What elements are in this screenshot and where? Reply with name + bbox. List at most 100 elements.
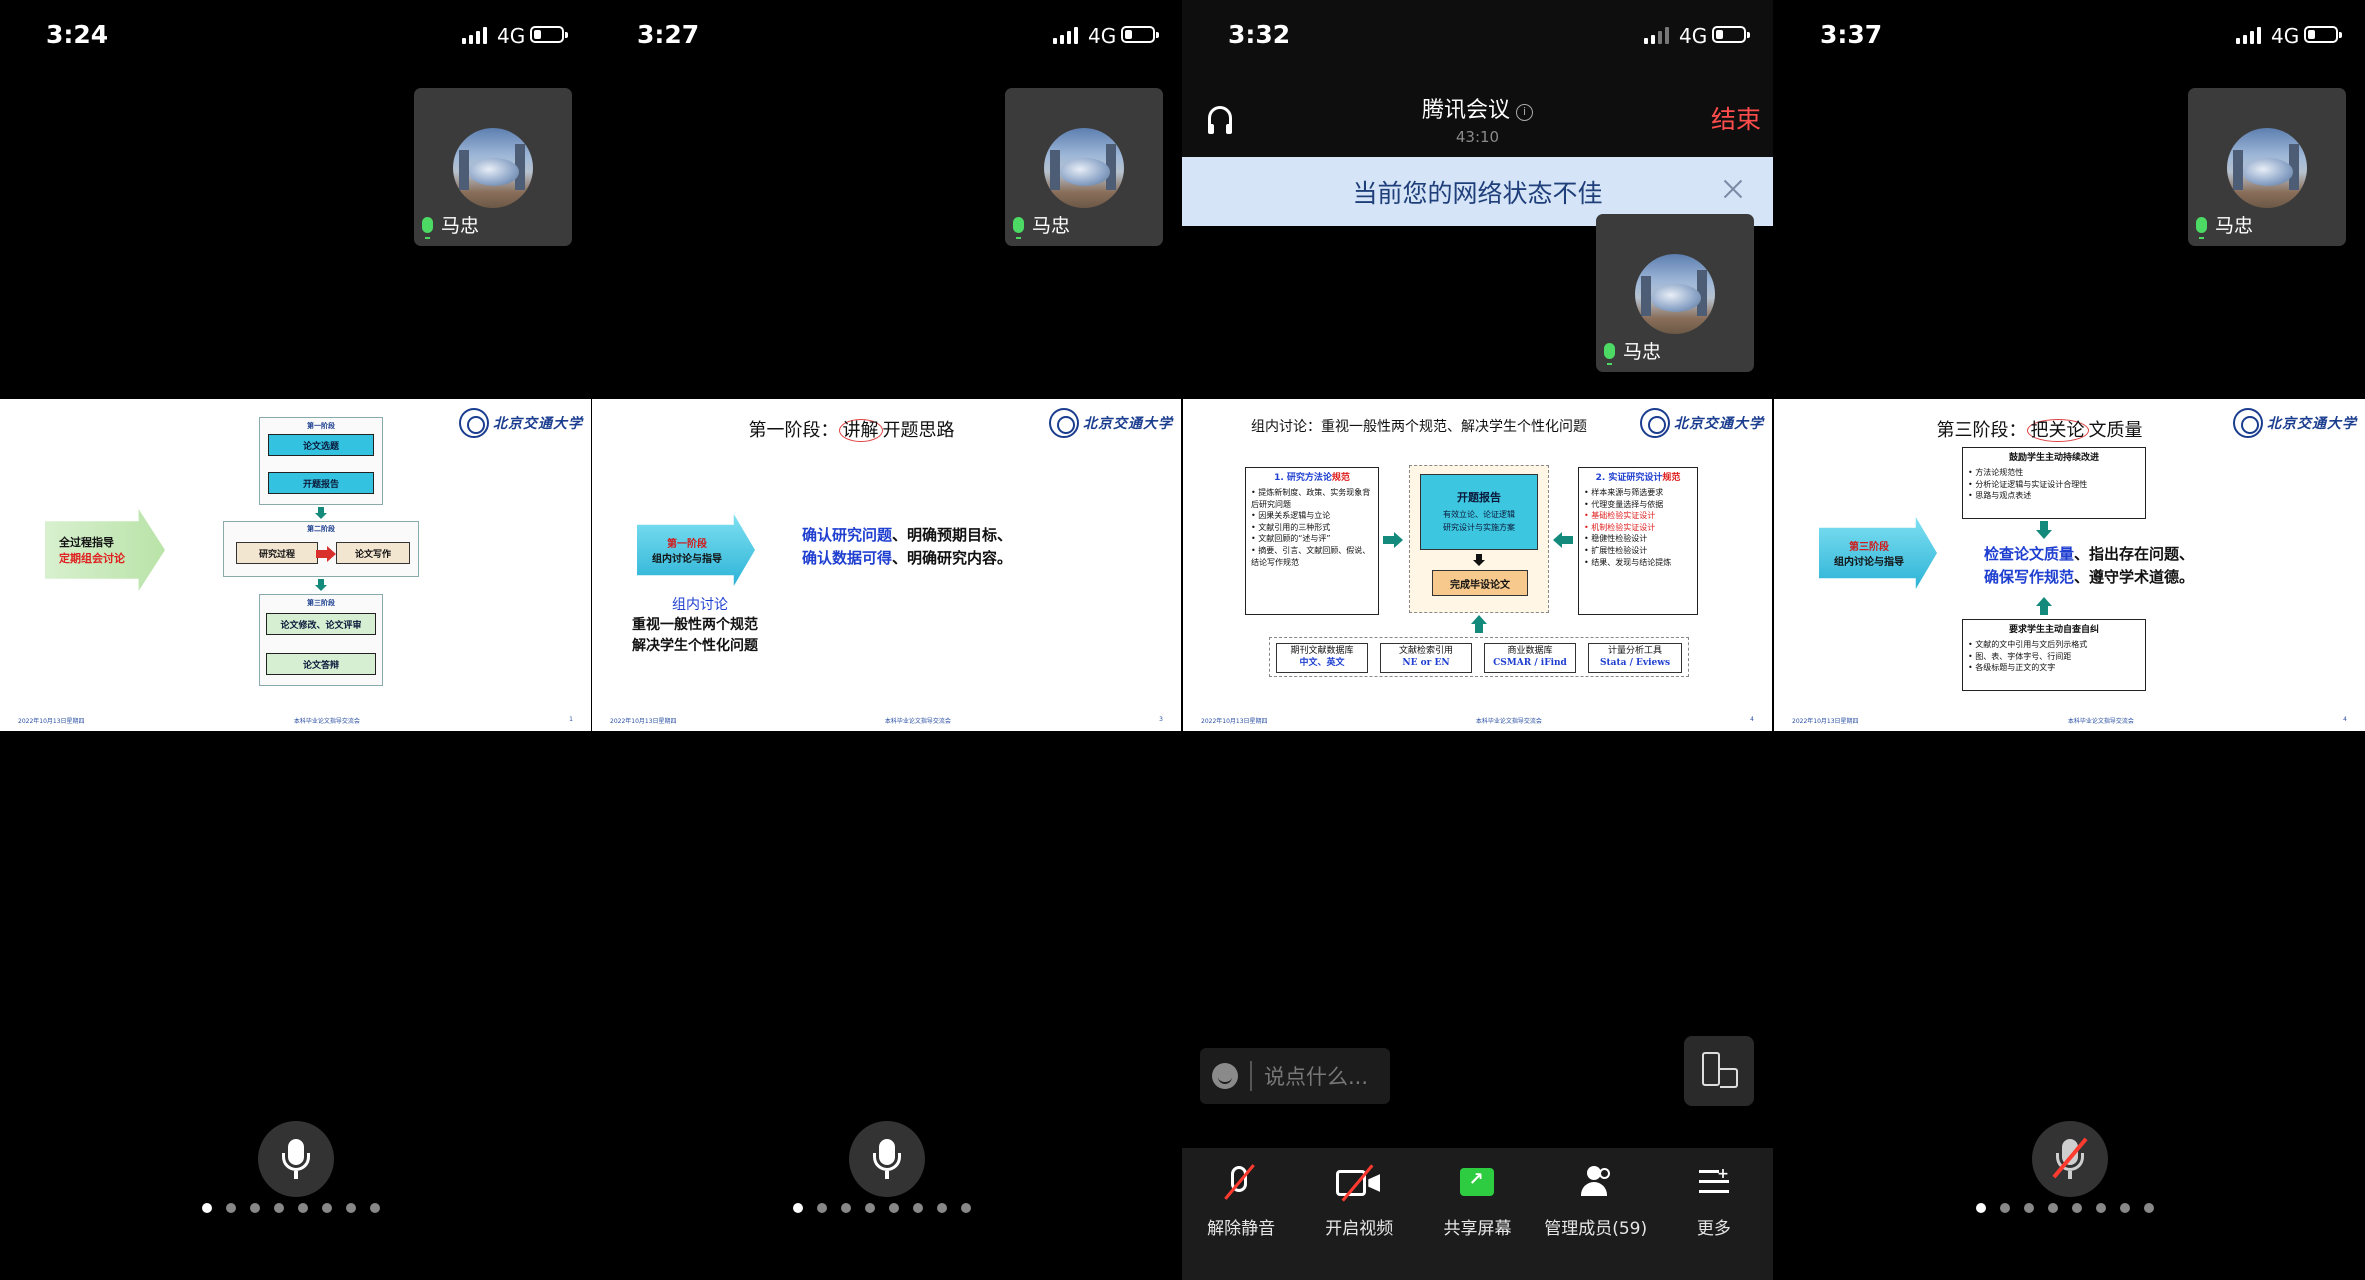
stage-2-frame: 第二阶段 研究过程 论文写作: [223, 521, 419, 577]
right-arrow: [1383, 532, 1403, 548]
members-icon: [1579, 1166, 1613, 1198]
share-screen-button[interactable]: 共享屏幕: [1422, 1158, 1532, 1280]
list-item: 提炼新制度、政策、实务现象背后研究问题: [1251, 487, 1373, 510]
slide-footer: 2022年10月13日星期四 本科毕业论文指导交流会 3: [610, 716, 1163, 725]
page-indicator[interactable]: [1976, 1203, 2154, 1213]
participant-video-tile[interactable]: 马忠: [1005, 88, 1163, 246]
list-item: 文献回顾的“述与评”: [1251, 533, 1373, 545]
stage-3-frame: 第三阶段 论文修改、论文评审 论文答辩: [259, 594, 383, 686]
tool-box: 期刊文献数据库 中文、英文: [1276, 643, 1368, 673]
group-discussion: 组内讨论 重视一般性两个规范 解决学生个性化问题: [632, 597, 758, 654]
mic-button[interactable]: [2032, 1121, 2108, 1197]
proposal-box: 开题报告 有效立论、论证逻辑 研究设计与实施方案: [1420, 474, 1538, 550]
meeting-title[interactable]: 腾讯会议 i: [1182, 92, 1773, 124]
status-time: 3:27: [637, 20, 700, 49]
participant-name-tag: 马忠: [1604, 337, 1661, 365]
unmute-button[interactable]: 解除静音: [1186, 1158, 1296, 1280]
complete-thesis-box: 完成毕设论文: [1432, 570, 1528, 596]
arrow-text-2: 定期组会讨论: [59, 552, 125, 565]
shared-slide: 北京交通大学 第一阶段： 讲解 开题思路 第一阶段 组内讨论与指导 确认研究问题、明…: [592, 399, 1181, 731]
battery-icon: [2304, 26, 2342, 43]
self-check-list: 要求学生主动自查自纠 文献的文中引用与文后列示格式 图、表、字体字号、行间距 各…: [1962, 619, 2146, 691]
participant-name-tag: 马忠: [1013, 211, 1071, 239]
mic-button[interactable]: [849, 1121, 925, 1197]
meeting-duration: 43:10: [1455, 128, 1500, 146]
manage-members-button[interactable]: 管理成员(59): [1541, 1158, 1651, 1280]
tools-frame: 期刊文献数据库 中文、英文 文献检索引用 NE or EN 商业数据库 CSMAR /…: [1269, 637, 1689, 677]
list-item: 摘要、引言、文献回顾、假说、结论写作规范: [1251, 545, 1373, 568]
down-arrow: [2036, 521, 2052, 539]
screen-4: 3:37 4G 马忠 北京交通大学 第三阶段： 把关论 文质量 鼓励学生主动持续改进…: [1774, 0, 2365, 1280]
empirical-norms-list: 2. 实证研究设计规范 样本来源与筛选要求 代理变量选择与依据 基础检验实证设计…: [1578, 467, 1698, 615]
slide-title: 组内讨论：重视一般性两个规范、解决学生个性化问题: [1251, 419, 1587, 435]
right-arrow: [316, 546, 336, 562]
chat-placeholder: 说点什么...: [1264, 1065, 1369, 1089]
list-item: 思路与观点表述: [1968, 490, 2140, 502]
more-button[interactable]: + 更多: [1659, 1158, 1769, 1280]
network-warning-text: 当前您的网络状态不佳: [1352, 178, 1603, 208]
page-indicator[interactable]: [202, 1203, 380, 1213]
close-icon[interactable]: [1723, 179, 1743, 199]
status-time: 3:32: [1228, 20, 1291, 49]
stage-arrow: 第三阶段 组内讨论与指导: [1819, 517, 1937, 589]
end-meeting-button[interactable]: 结束: [1711, 100, 1761, 136]
list-item: 方法论规范性: [1968, 467, 2140, 479]
avatar: [1635, 254, 1715, 334]
rotate-screen-icon: [1702, 1052, 1720, 1086]
chat-input[interactable]: 说点什么...: [1200, 1048, 1390, 1104]
status-bar: 3:24 4G: [0, 0, 591, 70]
university-logo: 北京交通大学: [1640, 408, 1764, 438]
network-type: 4G: [2271, 24, 2300, 48]
list-item: 分析论证逻辑与实证设计合理性: [1968, 479, 2140, 491]
page-indicator[interactable]: [793, 1203, 971, 1213]
list-item: 代理变量选择与依据: [1584, 499, 1692, 511]
participant-name: 马忠: [1032, 215, 1071, 237]
signal-icon: [1053, 26, 1080, 44]
avatar: [2227, 128, 2307, 208]
slide-title: 第三阶段： 把关论 文质量: [1936, 419, 2143, 442]
list-item: 文献的文中引用与文后列示格式: [1968, 639, 2140, 651]
share-screen-icon: [1460, 1168, 1495, 1196]
rotate-screen-button[interactable]: [1684, 1036, 1754, 1106]
mic-button[interactable]: [258, 1121, 334, 1197]
stage-3-label: 第三阶段: [307, 599, 335, 607]
list-item: 结果、发现与结论提炼: [1584, 557, 1692, 569]
list-item: 机制检验实证设计: [1584, 522, 1692, 534]
start-video-button[interactable]: 开启视频: [1304, 1158, 1414, 1280]
list-item: 各级标题与正文的文字: [1968, 662, 2140, 674]
emoji-icon[interactable]: [1212, 1063, 1238, 1089]
slide-footer: 2022年10月13日星期四 本科毕业论文指导交流会 4: [1792, 716, 2347, 725]
meeting-toolbar: 解除静音 开启视频 共享屏幕 管理成员(59) + 更多: [1182, 1148, 1773, 1280]
info-icon[interactable]: i: [1516, 104, 1533, 121]
list-item: 因果关系逻辑与立论: [1251, 510, 1373, 522]
participant-video-tile[interactable]: 马忠: [1596, 214, 1754, 372]
arrow-text-1: 全过程指导: [59, 536, 114, 549]
network-type: 4G: [497, 24, 526, 48]
list-item: 图、表、字体字号、行间距: [1968, 651, 2140, 663]
up-arrow: [1471, 615, 1487, 633]
improvement-list: 鼓励学生主动持续改进 方法论规范性 分析论证逻辑与实证设计合理性 思路与观点表述: [1962, 447, 2146, 519]
status-bar: 3:37 4G: [1774, 0, 2365, 70]
participant-name-tag: 马忠: [2196, 211, 2253, 239]
participant-name-tag: 马忠: [422, 211, 479, 239]
more-icon: +: [1698, 1166, 1729, 1194]
share-label: 共享屏幕: [1443, 1219, 1512, 1239]
stage-arrow: 第一阶段 组内讨论与指导: [637, 514, 755, 586]
more-label: 更多: [1696, 1219, 1731, 1239]
mic-icon: [422, 216, 433, 239]
network-type: 4G: [1088, 24, 1117, 48]
key-points: 检查论文质量、指出存在问题、 确保写作规范、遵守学术道德。: [1984, 545, 2195, 587]
video-label: 开启视频: [1325, 1219, 1394, 1239]
center-frame: 开题报告 有效立论、论证逻辑 研究设计与实施方案 完成毕设论文: [1409, 465, 1549, 613]
participant-video-tile[interactable]: 马忠: [414, 88, 572, 246]
down-arrow: [315, 579, 327, 591]
mic-icon: [2196, 216, 2207, 239]
stage-2-label: 第二阶段: [307, 525, 335, 533]
university-logo: 北京交通大学: [459, 408, 583, 438]
avatar: [453, 128, 533, 208]
method-norms-list: 1. 研究方法论规范 提炼新制度、政策、实务现象背后研究问题 因果关系逻辑与立论…: [1245, 467, 1379, 615]
screen-1: 3:24 4G 马忠 北京交通大学 全过程指导 定期组会讨论 第一阶段 论文选题…: [0, 0, 591, 1280]
mic-icon: [1604, 342, 1615, 365]
participant-video-tile[interactable]: 马忠: [2188, 88, 2346, 246]
status-time: 3:37: [1820, 20, 1883, 49]
